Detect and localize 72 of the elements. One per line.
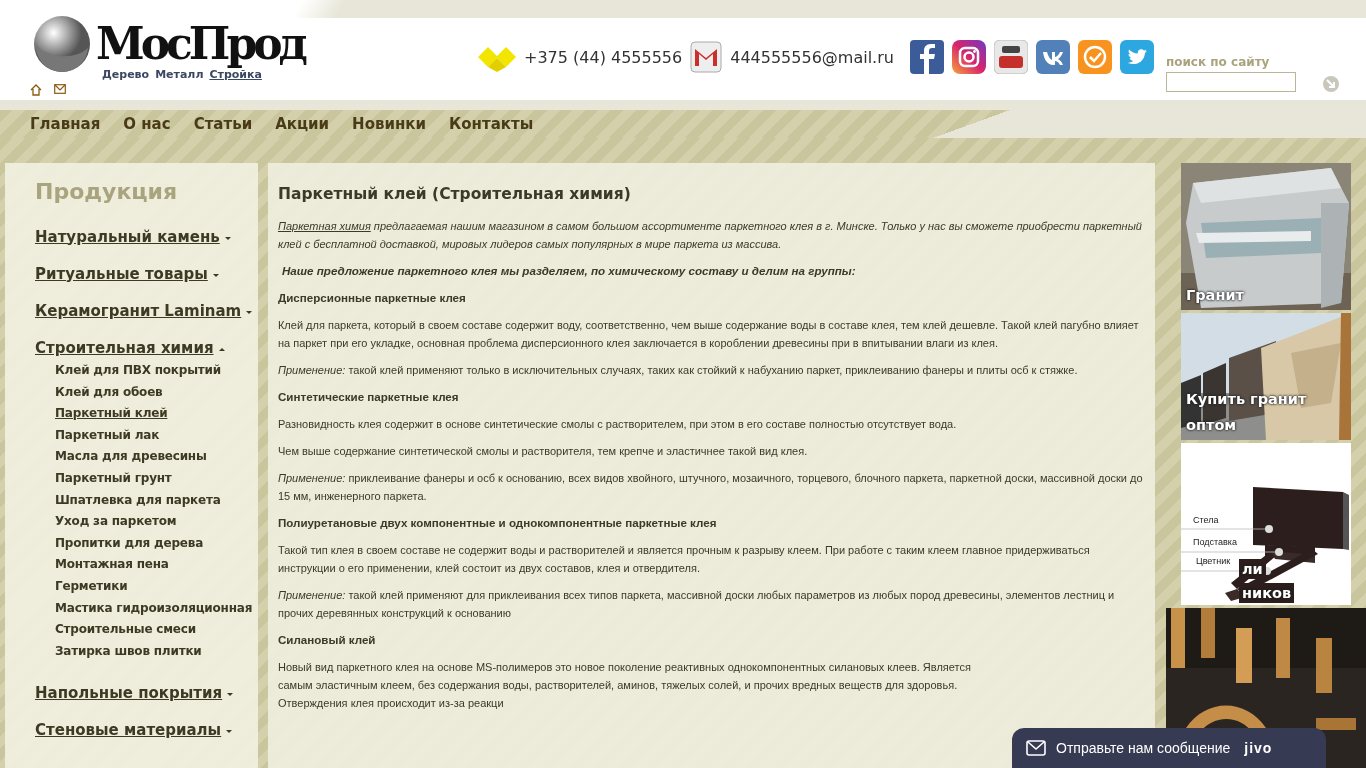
section-heading: Полиуретановые двух компонентные и однокомпонентные паркетные клея [277,515,718,531]
logo-link[interactable]: Дерево [102,68,150,81]
logo-link[interactable]: Стройка [209,68,262,81]
email-address: 444555556@mail.ru [730,47,894,67]
paragraph: Разновидность клея содержит в основе синтетические смолы с растворителем, при этом в его составе полностью отсутствует вода. [277,417,958,432]
paragraph: Чем выше содержание синтетической смолы и растворителя, тем крепче и эластичнее такой вид клея. [277,444,809,459]
intro-paragraph: Паркетная химия предлагаемая нашим магазином в самом большом ассортименте паркетного клея в г. Минске. Только у нас вы сможете приобрести паркетный клей с бесплатной доставкой, мировых лидеров самых популярных в мире паркета из массива. [277,219,1143,252]
category-link[interactable]: Натуральный камень [35,227,220,246]
brand-logo: jivo [1244,740,1273,756]
instagram-icon[interactable] [951,40,986,74]
vk-icon[interactable] [1035,40,1070,74]
nav-link[interactable]: Главная [30,115,101,133]
subcategory-link[interactable]: Клей для ПВХ покрытий [55,360,221,382]
banner-caption[interactable]: ников [1239,583,1295,604]
logo-link[interactable]: Металл [155,68,204,81]
caret-down-icon[interactable] [212,273,219,277]
nav-link[interactable]: Статьи [193,115,253,133]
logo-text[interactable]: МосПрод [96,20,304,68]
twitter-icon[interactable] [1119,40,1154,74]
diagram-label: Подставка [1193,536,1237,547]
caret-down-icon[interactable] [246,310,253,314]
diagram-label: Стела [1193,514,1219,525]
caret-down-icon[interactable] [226,729,233,733]
caret-down-icon[interactable] [227,692,234,696]
subcategory-link[interactable]: Пропитки для дерева [55,532,204,555]
subcategory-link[interactable]: Монтажная пена [55,554,169,576]
chat-button[interactable]: Отправьте нам сообщение jivo [1012,728,1326,768]
subcategory-link[interactable]: Клей для обоев [55,381,163,404]
diagram-label: Цветник [1196,555,1231,566]
section-heading: Синтетические паркетные клея [277,389,460,405]
subcategory-link[interactable]: Шпатлевка для паркета [55,489,221,512]
subcategory-link[interactable]: Масла для древесины [55,446,207,468]
subcategory-link[interactable]: Затирка швов плитки [55,640,202,663]
nav-link[interactable]: Новинки [352,115,426,133]
mail-icon [690,41,723,73]
paragraph: Применение: такой клей применяют только в исключительных случаях, таких как стойкий к набуханию паркет, приклеиванию фанеры и плиты осб к стяжке. [277,363,1079,378]
paragraph: Клей для паркета, который в своем составе содержит воду, соответственно, чем выше содержание воды в составе клея, тем клей дешевле. Такой клей пагубно влияет на паркет при его укладке, основная проблема дисперсионного клея заключается в короблении древесины при в впитывании влаги из клея. [277,318,1140,351]
search-label: поиск по сайту [1165,55,1271,69]
category-link[interactable]: Ритуальные товары [35,264,208,283]
subcategory-link[interactable]: Герметики [55,575,128,598]
subcategory-link[interactable]: Паркетный клей [55,403,168,425]
facebook-icon[interactable] [909,40,944,74]
phone-number: +375 (44) 4555556 [524,47,683,67]
subcategory-link[interactable]: Мастика гидроизоляционная [55,597,253,620]
caret-down-icon[interactable] [224,236,231,240]
section-heading: Дисперсионные паркетные клея [277,290,467,306]
article-title: Паркетный клей (Строительная химия) [277,185,632,203]
paragraph: Новый вид паркетного клея на основе MS-полимеров это новое поколение реактивных однокомпонентных силановых клеев. Является самым эластичным клеем, без содержания воды, растворителей, аминов, тяжелых солей, и прочих вредных веществ для здоровья. Отверждения клея происходит из-за реакци [277,660,972,711]
section-heading: Силановый клей [277,632,377,648]
subcategory-link[interactable]: Уход за паркетом [55,511,177,533]
nav-link[interactable]: Акции [275,115,330,133]
subcategory-link[interactable]: Паркетный грунт [55,467,172,490]
subcategory-link[interactable]: Строительные смеси [55,619,196,641]
category-link[interactable]: Напольные покрытия [35,683,223,702]
search-field[interactable] [1165,72,1296,92]
nav-link[interactable]: О нас [123,115,171,133]
caret-up-icon[interactable] [218,347,225,351]
paragraph: Применение: такой клей применяют для приклеивания всех типов паркета, массивной доски любых параметров из любых пород древесины, элементов лестниц и прочих деревянных конструкций к основанию [277,588,1116,621]
envelope-icon [1026,740,1046,756]
sidebar-title: Продукция [35,179,179,204]
mail-icon[interactable] [54,84,66,94]
nav-link[interactable]: Контакты [449,115,534,133]
lead-text: Наше предложение паркетного клея мы разделяем, по химическому составу и делим на группы: [280,263,857,279]
subcategory-link[interactable]: Паркетный лак [55,424,160,447]
category-link[interactable]: Стеновые материалы [35,720,222,739]
paragraph: Такой тип клея в своем составе не содержит воды и растворителей и является прочным к разрыву клеем. При работе с таким клеем главное придерживаться инструкции о его применении, клей состоит из двух составов, клея и отвердителя. [277,543,1091,576]
text-link[interactable]: Паркетная химия [277,220,371,232]
home-icon[interactable] [30,84,42,96]
paragraph: Применение: приклеивание фанеры и осб к основанию, всех видов хвойного, штучного, мозаичного, торцевого, блочного паркета, паркетной доски, массивной доски до 15 мм, инженерного паркета. [277,471,1144,504]
banner-caption[interactable]: ли [1239,559,1266,580]
category-link[interactable]: Строительная химия [35,338,214,357]
category-link[interactable]: Керамогранит Laminam [35,301,242,320]
